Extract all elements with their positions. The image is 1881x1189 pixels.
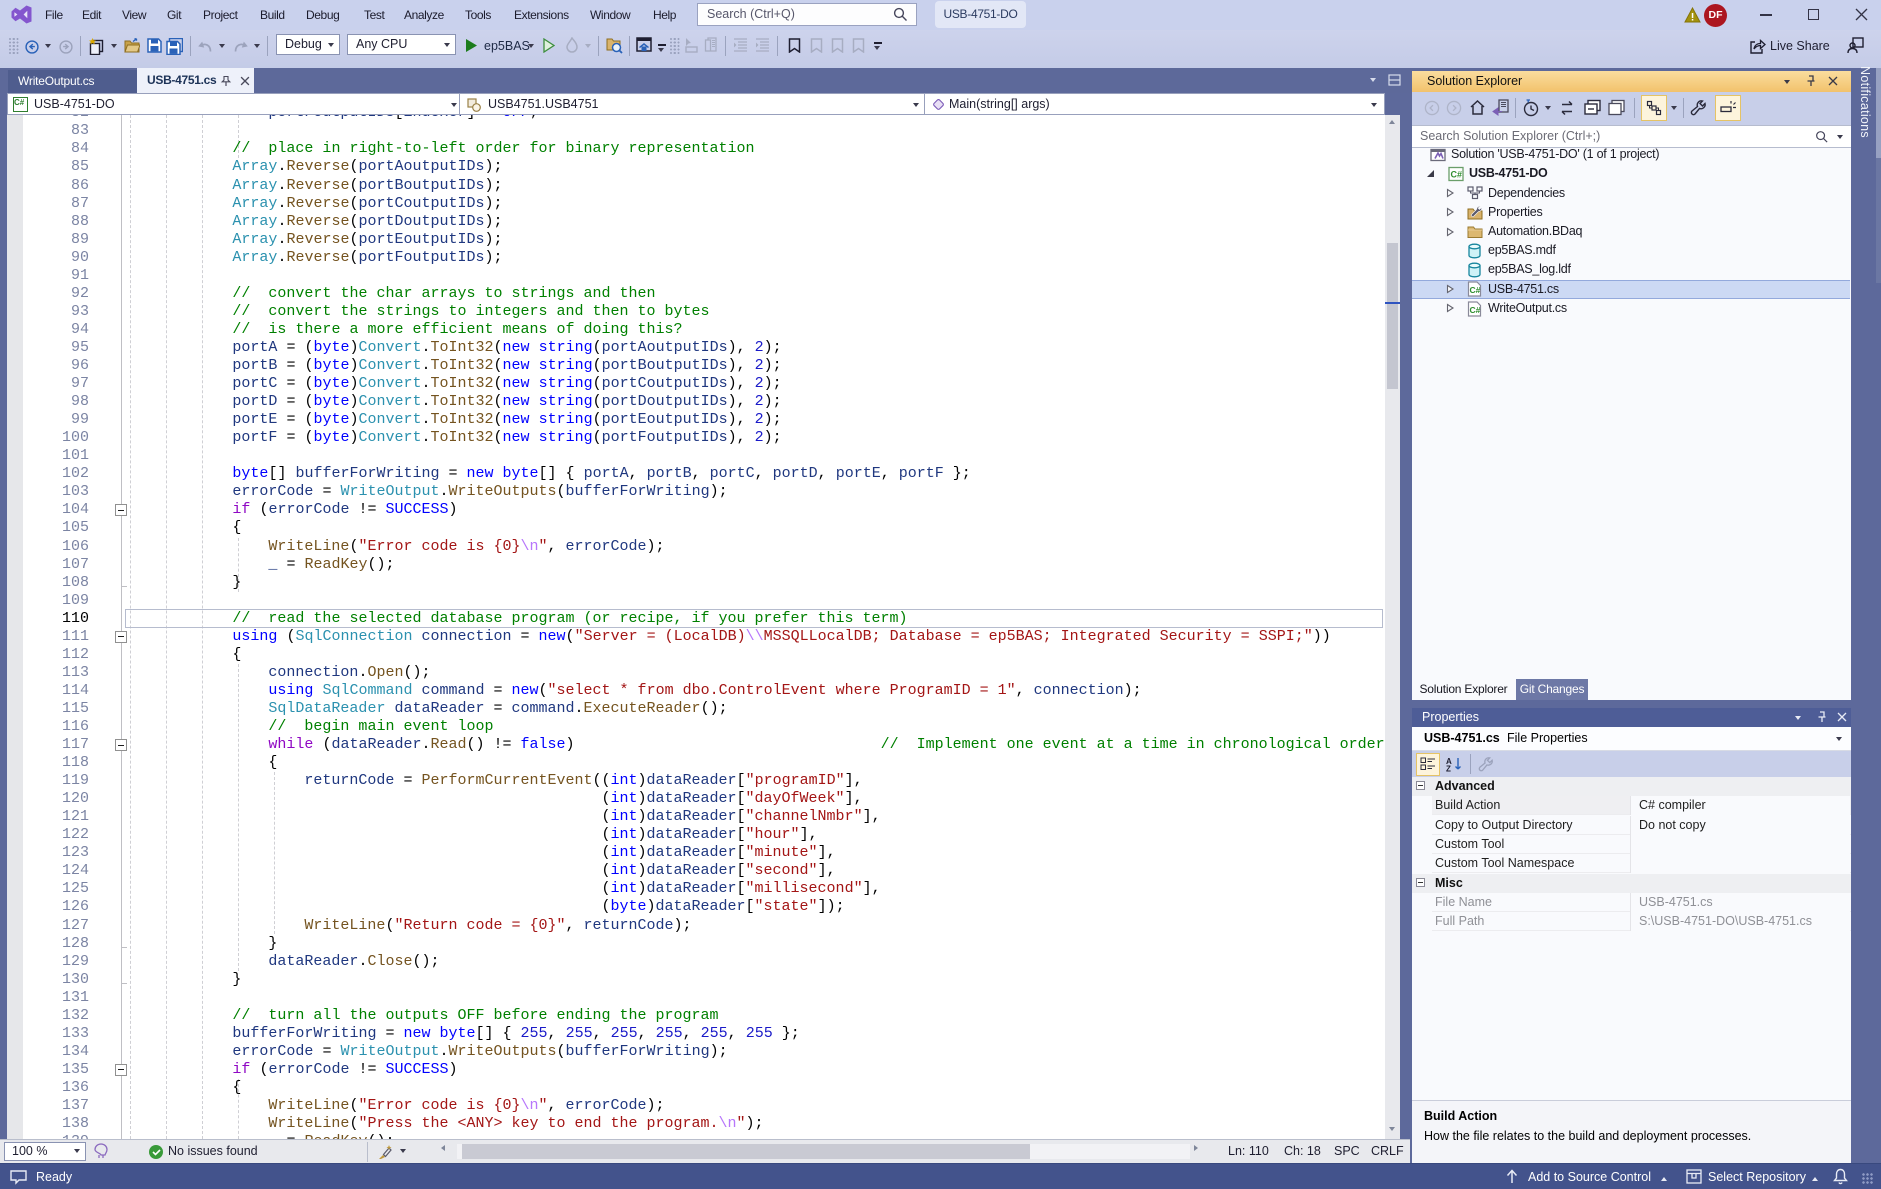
svg-text:C#: C# [1451, 170, 1463, 180]
svg-text:C#: C# [1470, 305, 1481, 315]
svg-text:Z: Z [1446, 765, 1451, 773]
svg-text:C#: C# [1470, 285, 1481, 295]
